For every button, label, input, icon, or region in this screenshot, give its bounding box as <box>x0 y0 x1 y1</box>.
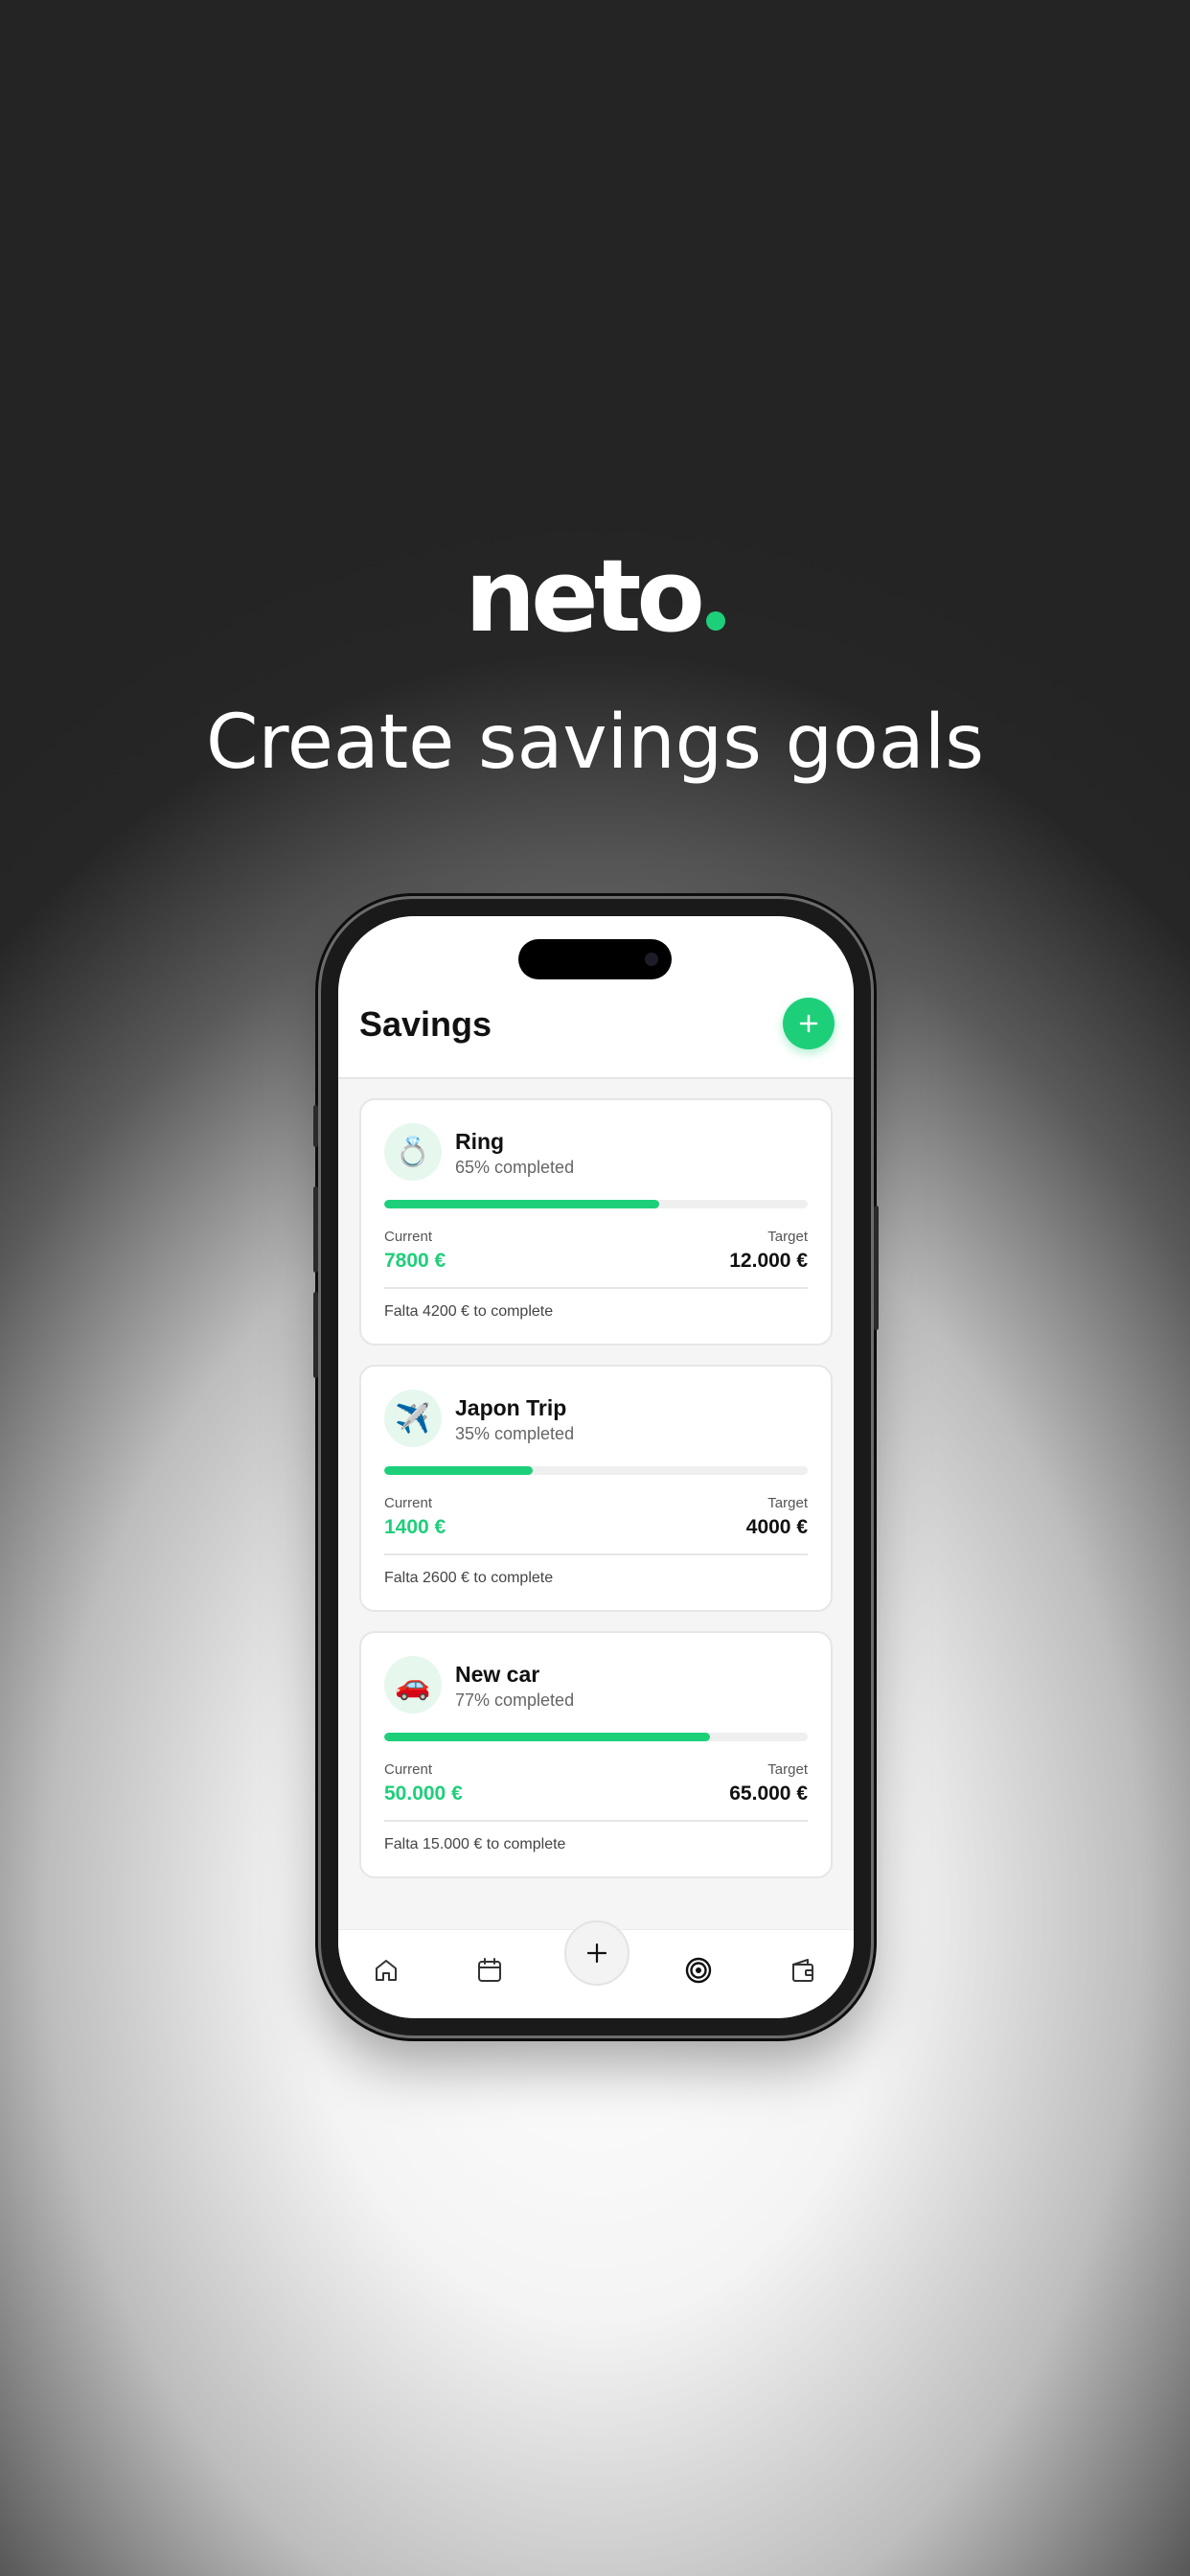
ring-icon: 💍 <box>384 1123 442 1181</box>
divider <box>384 1820 808 1822</box>
tab-bar <box>338 1920 854 2018</box>
remaining-text: Falta 4200 € to complete <box>384 1303 554 1320</box>
add-transaction-button[interactable] <box>564 1920 629 1986</box>
target-label: Target <box>767 1761 808 1778</box>
goal-name: New car <box>455 1662 540 1687</box>
phone-action-button <box>313 1105 318 1147</box>
home-icon <box>376 1960 397 1981</box>
target-value: 12.000 € <box>729 1250 808 1272</box>
goal-card-japon-trip[interactable]: ✈️ Japon Trip 35% completed Current Targ… <box>359 1365 833 1612</box>
goal-percent: 35% completed <box>455 1424 575 1443</box>
current-label: Current <box>384 1229 433 1245</box>
remaining-text: Falta 2600 € to complete <box>384 1570 554 1586</box>
goal-name: Ring <box>455 1129 505 1154</box>
brand-dot <box>705 611 725 631</box>
plus-icon <box>586 1943 607 1964</box>
divider <box>384 1287 808 1289</box>
phone-volume-down-button <box>313 1292 318 1378</box>
target-label: Target <box>767 1229 808 1245</box>
goal-percent: 77% completed <box>455 1690 575 1710</box>
camera-icon <box>645 953 658 966</box>
phone-volume-up-button <box>313 1186 318 1273</box>
goal-card-ring[interactable]: 💍 Ring 65% completed Current Target 7800… <box>359 1098 833 1346</box>
current-label: Current <box>384 1761 433 1778</box>
tab-goals[interactable] <box>679 1951 718 1990</box>
wallet-icon <box>792 1959 813 1982</box>
app-screen: Savings 💍 Ring 65% completed Current Tar… <box>338 916 854 2018</box>
progress-fill <box>384 1733 711 1741</box>
progress-bar <box>384 1200 808 1208</box>
current-label: Current <box>384 1495 433 1511</box>
current-value: 7800 € <box>384 1250 446 1272</box>
progress-bar <box>384 1466 808 1475</box>
target-icon <box>685 1957 712 1984</box>
headline: Create savings goals <box>206 700 984 786</box>
phone-mockup: Savings 💍 Ring 65% completed Current Tar… <box>313 899 879 2036</box>
brand-logo: neto <box>0 546 1190 646</box>
goal-name: Japon Trip <box>455 1395 567 1420</box>
remaining-text: Falta 15.000 € to complete <box>384 1836 566 1852</box>
target-label: Target <box>767 1495 808 1511</box>
current-value: 50.000 € <box>384 1782 463 1805</box>
divider <box>384 1553 808 1555</box>
car-icon: 🚗 <box>384 1656 442 1714</box>
calendar-icon <box>478 1958 501 1982</box>
current-value: 1400 € <box>384 1516 446 1538</box>
airplane-icon: ✈️ <box>384 1390 442 1447</box>
progress-bar <box>384 1733 808 1741</box>
add-goal-button[interactable] <box>783 998 835 1049</box>
tab-calendar[interactable] <box>470 1951 509 1990</box>
brand-wordmark: neto <box>465 538 705 655</box>
tab-home[interactable] <box>367 1951 405 1990</box>
progress-fill <box>384 1466 533 1475</box>
phone-power-button <box>874 1206 879 1330</box>
progress-fill <box>384 1200 660 1208</box>
goal-percent: 65% completed <box>455 1158 575 1177</box>
goal-card-new-car[interactable]: 🚗 New car 77% completed Current Target 5… <box>359 1631 833 1878</box>
dynamic-island <box>518 939 672 979</box>
target-value: 4000 € <box>745 1516 808 1538</box>
page-title: Savings <box>359 1004 492 1044</box>
tab-wallet[interactable] <box>784 1951 822 1990</box>
plus-icon <box>799 1014 818 1033</box>
target-value: 65.000 € <box>729 1782 808 1805</box>
